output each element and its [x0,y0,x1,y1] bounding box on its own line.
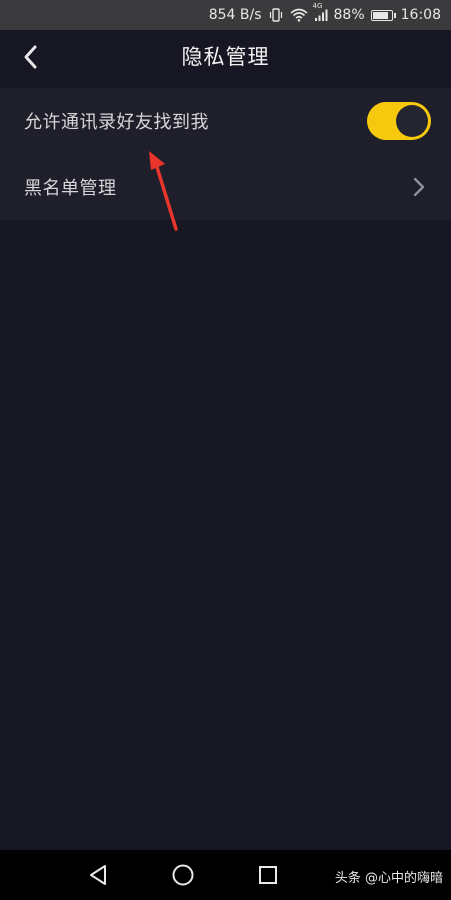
setting-label: 黑名单管理 [24,178,117,199]
nav-recents-button[interactable] [255,862,281,888]
header: 隐私管理 [0,30,451,82]
setting-label: 允许通讯录好友找到我 [24,112,209,133]
clock: 16:08 [400,7,441,23]
toggle-knob [396,105,428,137]
annotation-arrow-icon [149,151,178,231]
page-title: 隐私管理 [181,45,270,69]
battery-percent: 88% [333,7,365,23]
chevron-right-icon [409,175,429,199]
back-triangle-icon [90,865,106,885]
battery-icon [370,9,396,21]
screen: 854 B/s 4G 88% 16:08 隐私管理 允许通讯录好友找到我 黑名单… [0,0,451,900]
watermark: 头条 @心中的嗨暗 [334,871,443,886]
chevron-left-icon [24,45,37,69]
wifi-icon [289,8,308,22]
recents-square-icon [259,866,277,884]
home-circle-icon [172,864,194,886]
settings-list: 允许通讯录好友找到我 黑名单管理 [0,88,451,220]
vibrate-icon [268,8,284,22]
network-speed: 854 B/s [208,7,262,23]
setting-allow-contacts-find-me[interactable]: 允许通讯录好友找到我 [0,88,451,154]
status-bar: 854 B/s 4G 88% 16:08 [0,0,451,30]
back-button[interactable] [14,40,48,74]
network-type: 4G [312,2,323,10]
nav-back-button[interactable] [85,862,111,888]
signal-icon: 4G [313,2,328,22]
setting-blacklist-management[interactable]: 黑名单管理 [0,154,451,220]
navigation-bar: 头条 @心中的嗨暗 [0,850,451,900]
nav-home-button[interactable] [170,862,196,888]
allow-contacts-toggle[interactable] [367,102,431,140]
